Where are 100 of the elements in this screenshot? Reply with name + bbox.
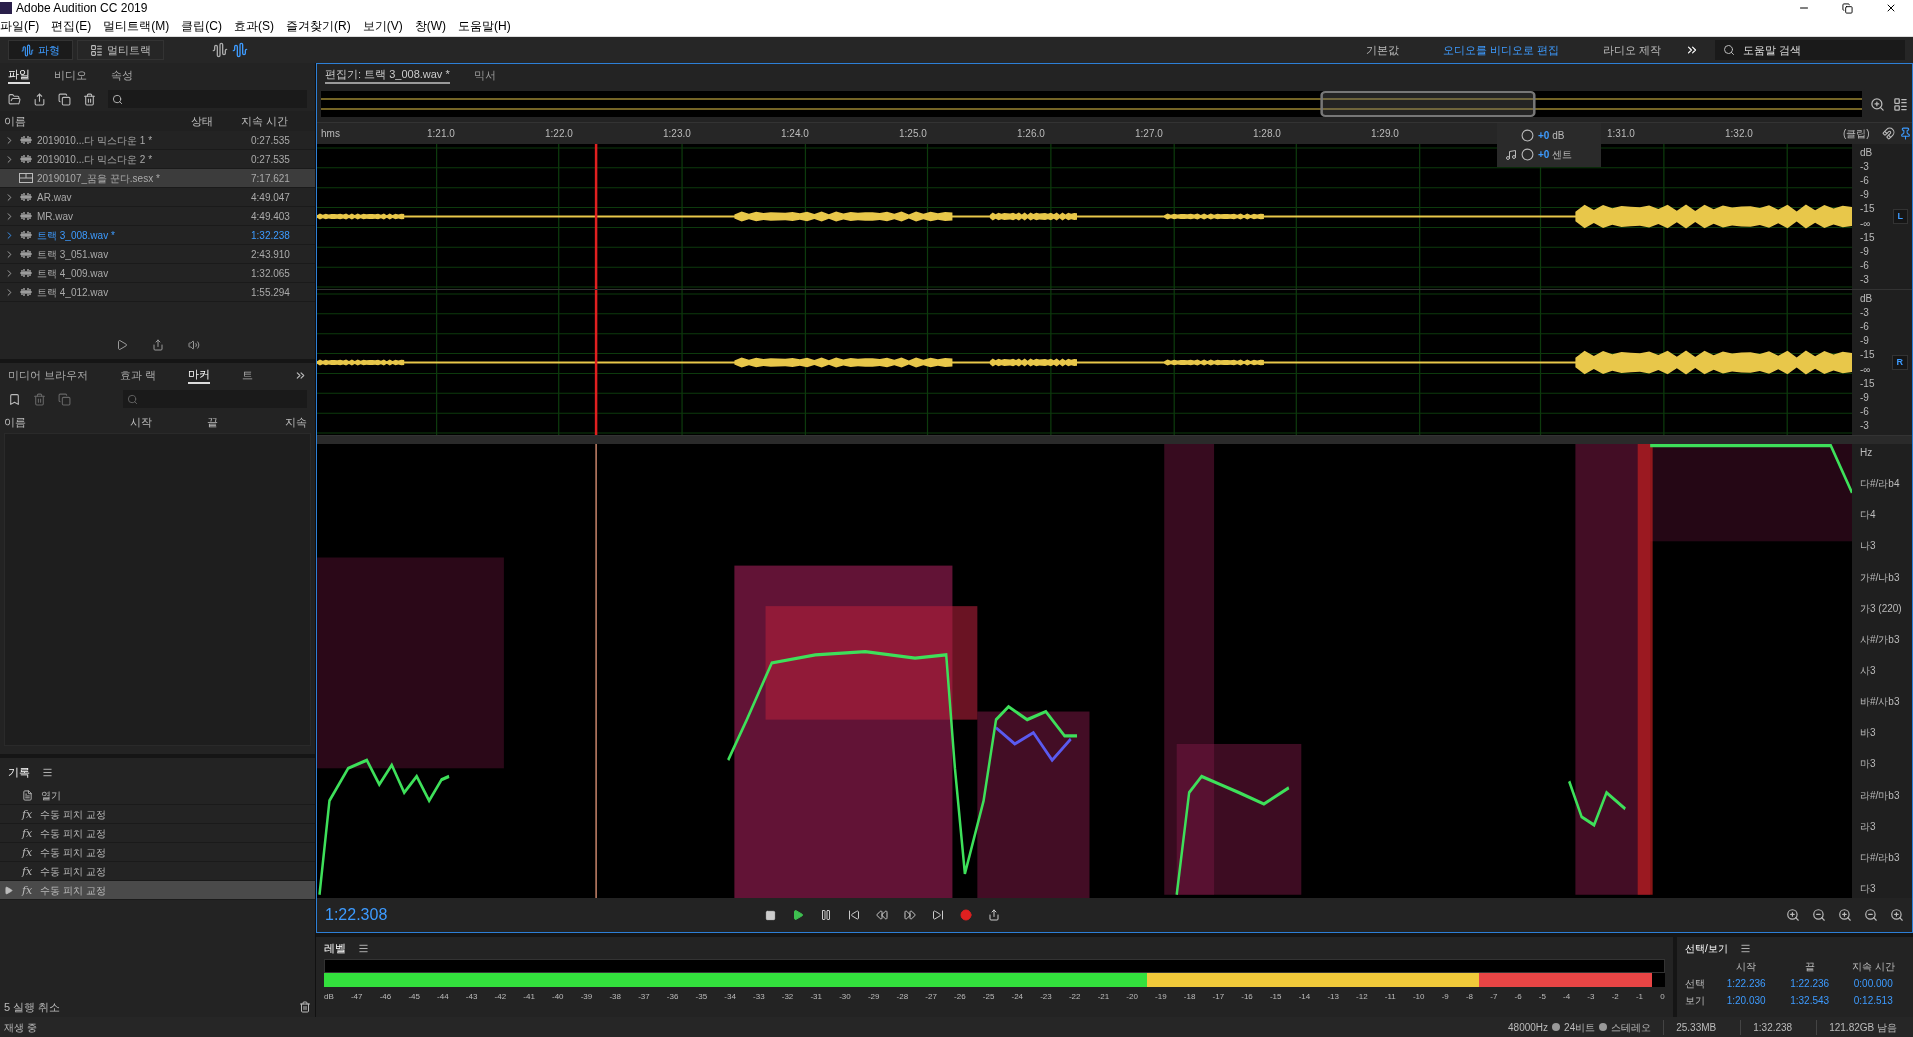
speaker-icon[interactable] xyxy=(187,339,200,351)
workspace-tab[interactable]: 오디오를 비디오로 편집 xyxy=(1422,41,1579,59)
file-row[interactable]: 2019010...다 믹스다운 1 * 0:27.535 xyxy=(0,131,315,150)
history-item[interactable]: fx 수동 피치 교정 xyxy=(0,805,315,824)
history-item[interactable]: fx 수동 피치 교정 xyxy=(0,881,315,900)
menu-item[interactable]: 창(W) xyxy=(414,17,446,35)
time-value[interactable]: 0:12.513 xyxy=(1841,993,1905,1008)
pin-icon[interactable] xyxy=(1898,127,1912,140)
restore-icon[interactable] xyxy=(1842,2,1853,14)
rewind-icon[interactable] xyxy=(876,909,888,921)
menu-item[interactable]: 효과(S) xyxy=(234,17,274,35)
zoom-out-icon[interactable] xyxy=(1812,908,1826,922)
ruler-label: 1:22.0 xyxy=(545,127,574,141)
open-folder-icon[interactable] xyxy=(8,92,21,106)
zoom-in-icon[interactable] xyxy=(1838,908,1852,922)
export-icon[interactable] xyxy=(151,339,164,351)
panel-tab[interactable]: 파일 xyxy=(8,65,30,85)
editor-tab[interactable]: 믹서 xyxy=(473,66,496,84)
menu-icon[interactable] xyxy=(1739,942,1751,954)
zoom-in-icon[interactable] xyxy=(1786,908,1800,922)
panel-tab[interactable]: 속성 xyxy=(111,66,133,84)
time-value[interactable]: 1:32.543 xyxy=(1777,993,1842,1008)
list-icon[interactable] xyxy=(1893,96,1908,112)
panel-tab[interactable]: 마커 xyxy=(188,365,211,385)
history-item[interactable]: 열기 xyxy=(0,786,315,805)
knob-icon[interactable] xyxy=(1521,129,1534,142)
volume-readout[interactable]: +0 dB xyxy=(1538,128,1565,143)
skip-back-icon[interactable] xyxy=(848,909,860,921)
time-value[interactable]: 0:00.000 xyxy=(1841,976,1905,991)
help-search-field[interactable]: 도움말 검색 xyxy=(1715,40,1905,60)
file-row[interactable]: 트랙 4_009.wav 1:32.065 xyxy=(0,264,315,283)
export-icon[interactable] xyxy=(988,909,1000,921)
panel-tab[interactable]: 트 xyxy=(242,366,254,384)
zoom-in-icon[interactable] xyxy=(1890,908,1904,922)
workspace-tab[interactable]: 기본값 xyxy=(1345,41,1419,59)
file-row[interactable]: 트랙 3_008.wav * 1:32.238 xyxy=(0,226,315,245)
delete-icon[interactable] xyxy=(299,1001,311,1013)
panel-tab[interactable]: 비디오 xyxy=(54,66,87,84)
pause-icon[interactable] xyxy=(820,909,832,921)
db-scale-label: -3 xyxy=(1860,308,1870,319)
mode-button[interactable]: 파형 xyxy=(8,40,73,60)
close-icon[interactable] xyxy=(1885,2,1897,14)
menu-item[interactable]: 보기(V) xyxy=(362,17,403,35)
menu-item[interactable]: 즐겨찾기(R) xyxy=(286,17,351,35)
column-header[interactable]: 끝 xyxy=(207,416,285,428)
level-scale-label: -28 xyxy=(896,991,909,1003)
expand-icon[interactable] xyxy=(4,248,15,260)
channel-toggle[interactable]: R xyxy=(1891,354,1908,371)
mode-button[interactable]: 멀티트랙 xyxy=(77,40,164,60)
play-icon[interactable] xyxy=(115,339,128,351)
column-header[interactable]: 시작 xyxy=(129,416,208,428)
column-header[interactable]: 지속 xyxy=(285,416,307,428)
column-header[interactable]: 상태 xyxy=(191,112,241,130)
play-icon[interactable] xyxy=(792,909,804,921)
file-row[interactable]: MR.wav 4:49.403 xyxy=(0,207,315,226)
menu-icon[interactable] xyxy=(358,942,369,954)
record-icon[interactable] xyxy=(960,909,972,921)
column-header[interactable]: 이름 xyxy=(4,416,130,428)
menu-item[interactable]: 파일(F) xyxy=(0,17,40,35)
overview-waveform[interactable] xyxy=(321,91,1862,117)
editor-tab[interactable]: 편집기: 트랙 3_008.wav * xyxy=(325,65,450,85)
delete-icon[interactable] xyxy=(83,92,96,106)
file-row[interactable]: 20190107_꿈을 꾼다.sesx * 7:17.621 xyxy=(0,169,315,188)
menu-item[interactable]: 클립(C) xyxy=(181,17,222,35)
fast-forward-icon[interactable] xyxy=(904,909,916,921)
music-note-icon xyxy=(1505,148,1517,161)
pitch-readout[interactable]: +0 센트 xyxy=(1538,147,1573,162)
level-scale-label: -33 xyxy=(753,991,765,1003)
menu-item[interactable]: 편집(E) xyxy=(51,17,92,35)
panel-tab[interactable]: 효과 랙 xyxy=(120,366,157,384)
search-field[interactable] xyxy=(108,90,307,108)
column-header[interactable]: 이름 xyxy=(4,112,191,130)
history-item[interactable]: fx 수동 피치 교정 xyxy=(0,824,315,843)
file-row[interactable]: 트랙 3_051.wav 2:43.910 xyxy=(0,245,315,264)
pitch-scale-label: 가3 (220) xyxy=(1860,603,1903,614)
magnet-icon[interactable] xyxy=(1881,127,1895,140)
history-item[interactable]: fx 수동 피치 교정 xyxy=(0,843,315,862)
zoom-out-icon[interactable] xyxy=(1864,908,1878,922)
file-row[interactable]: AR.wav 4:49.047 xyxy=(0,188,315,207)
knob-icon[interactable] xyxy=(1521,148,1534,161)
stop-icon[interactable] xyxy=(765,909,776,921)
time-value[interactable]: 1:22.236 xyxy=(1714,976,1778,991)
channel-toggle[interactable]: L xyxy=(1892,208,1908,225)
menu-icon[interactable] xyxy=(42,766,53,778)
import-icon[interactable] xyxy=(33,92,46,106)
time-value[interactable]: 1:20.030 xyxy=(1714,993,1778,1008)
file-row[interactable]: 트랙 4_012.wav 1:55.294 xyxy=(0,283,315,302)
zoom-icon[interactable] xyxy=(1870,96,1885,112)
column-header[interactable]: 지속 시간 xyxy=(241,112,311,130)
menu-item[interactable]: 멀티트랙(M) xyxy=(103,17,170,35)
level-scale-label: -3 xyxy=(1587,991,1595,1003)
marker-icon[interactable] xyxy=(8,392,21,406)
search-field[interactable] xyxy=(123,390,307,408)
time-value[interactable]: 1:22.236 xyxy=(1777,976,1842,991)
menu-item[interactable]: 도움말(H) xyxy=(458,17,511,35)
panel-tab[interactable]: 미디어 브라우저 xyxy=(8,366,89,384)
more-icon[interactable] xyxy=(1685,43,1699,57)
waveform-icon[interactable] xyxy=(232,42,248,58)
skip-forward-icon[interactable] xyxy=(932,909,944,921)
workspace-tab[interactable]: 라디오 제작 xyxy=(1582,41,1681,59)
